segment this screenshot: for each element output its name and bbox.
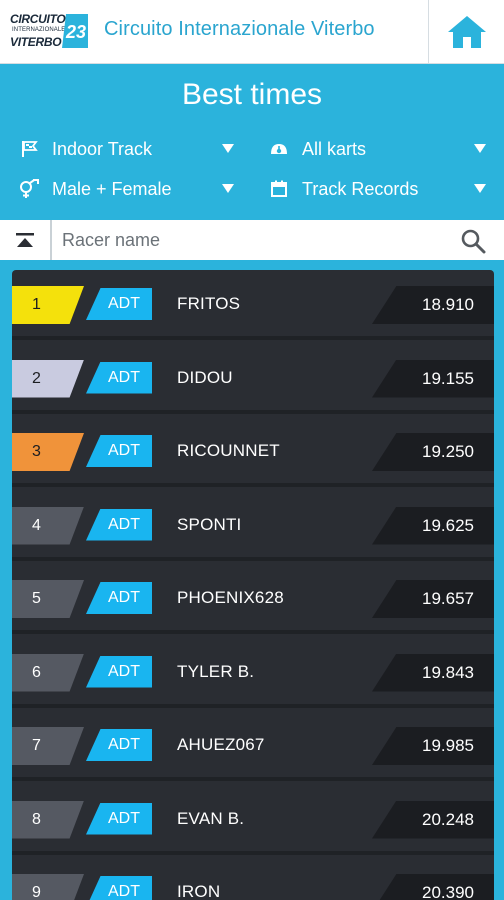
circuit-logo: CIRCUITO INTERNAZIONALE VITERBO 23: [10, 10, 90, 52]
racer-name: DIDOU: [177, 367, 233, 387]
search-button[interactable]: [458, 226, 488, 256]
result-row[interactable]: 9 ADT IRON 20.390: [12, 858, 494, 900]
lap-time: 19.250: [372, 433, 494, 471]
kart-filter-dropdown[interactable]: All karts: [268, 134, 486, 164]
best-times-list: 1 ADT FRITOS 18.910 2 ADT DIDOU 19.155 3…: [12, 270, 494, 900]
position-badge: 5: [12, 580, 84, 618]
flag-icon: [18, 138, 40, 160]
kart-filter-label: All karts: [302, 138, 367, 159]
chevron-down-icon: [222, 144, 234, 153]
chevron-down-icon: [474, 144, 486, 153]
kart-class-badge: ADT: [86, 435, 152, 467]
racer-name: IRON: [177, 882, 221, 900]
collapse-filters-button[interactable]: [0, 220, 52, 260]
lap-time: 19.985: [372, 727, 494, 765]
kart-class-badge: ADT: [86, 361, 152, 394]
app-title: Circuito Internazionale Viterbo: [104, 18, 375, 40]
logo-mark-text: 23: [65, 22, 86, 42]
racer-search-input[interactable]: [62, 224, 442, 256]
lap-time: 19.155: [372, 359, 494, 398]
result-row[interactable]: 8 ADT EVAN B. 20.248: [12, 785, 494, 855]
result-row[interactable]: 2 ADT DIDOU 19.155: [12, 344, 494, 414]
period-filter-label: Track Records: [302, 178, 419, 199]
position-badge: 9: [12, 874, 84, 900]
racer-name: PHOENIX628: [177, 588, 284, 607]
kart-icon: [268, 138, 290, 160]
logo-line-1: CIRCUITO: [10, 12, 66, 26]
position-badge: 3: [12, 433, 84, 471]
chevron-down-icon: [474, 184, 486, 193]
result-row[interactable]: 7 ADT AHUEZ067 19.985: [12, 711, 494, 781]
filters-panel: Best times Indoor Track All karts Male +…: [0, 64, 504, 220]
kart-class-badge: ADT: [86, 582, 152, 614]
lap-time: 19.843: [372, 653, 494, 692]
track-filter-dropdown[interactable]: Indoor Track: [18, 134, 234, 164]
kart-class-badge: ADT: [86, 655, 152, 688]
position-badge: 4: [12, 506, 84, 545]
lap-time: 20.390: [372, 874, 494, 900]
gender-icon: [18, 178, 40, 200]
logo-line-2: INTERNAZIONALE: [12, 27, 66, 33]
kart-class-badge: ADT: [86, 508, 152, 541]
racer-name: EVAN B.: [177, 808, 245, 828]
position-badge: 1: [12, 286, 84, 324]
lap-time: 18.910: [372, 286, 494, 324]
racer-name: AHUEZ067: [177, 735, 265, 754]
kart-class-badge: ADT: [86, 802, 152, 835]
result-row[interactable]: 6 ADT TYLER B. 19.843: [12, 638, 494, 708]
logo-line-3: VITERBO: [10, 35, 62, 49]
chevron-down-icon: [222, 184, 234, 193]
app-bar: CIRCUITO INTERNAZIONALE VITERBO 23 Circu…: [0, 0, 504, 64]
result-row[interactable]: 5 ADT PHOENIX628 19.657: [12, 564, 494, 634]
gender-filter-label: Male + Female: [52, 178, 172, 199]
position-badge: 2: [12, 359, 84, 398]
home-button[interactable]: [428, 0, 504, 64]
logo-mark-icon: 23: [62, 14, 88, 48]
search-icon: [461, 229, 486, 254]
position-badge: 8: [12, 800, 84, 839]
racer-name: FRITOS: [177, 294, 241, 313]
period-filter-dropdown[interactable]: Track Records: [268, 174, 486, 204]
racer-name: SPONTI: [177, 514, 242, 534]
result-row[interactable]: 1 ADT FRITOS 18.910: [12, 270, 494, 340]
gender-filter-dropdown[interactable]: Male + Female: [18, 174, 234, 204]
racer-name: RICOUNNET: [177, 441, 280, 460]
kart-class-badge: ADT: [86, 288, 152, 320]
page-title: Best times: [181, 78, 323, 111]
home-icon: [447, 16, 486, 48]
collapse-up-icon: [16, 233, 34, 247]
result-row[interactable]: 3 ADT RICOUNNET 19.250: [12, 417, 494, 487]
kart-class-badge: ADT: [86, 876, 152, 900]
racer-name: TYLER B.: [177, 661, 255, 681]
track-filter-label: Indoor Track: [52, 138, 153, 159]
kart-class-badge: ADT: [86, 729, 152, 761]
lap-time: 19.657: [372, 580, 494, 618]
position-badge: 6: [12, 653, 84, 692]
lap-time: 19.625: [372, 506, 494, 545]
calendar-icon: [268, 178, 290, 200]
result-row[interactable]: 4 ADT SPONTI 19.625: [12, 491, 494, 561]
search-bar: [0, 220, 504, 260]
position-badge: 7: [12, 727, 84, 765]
lap-time: 20.248: [372, 800, 494, 839]
